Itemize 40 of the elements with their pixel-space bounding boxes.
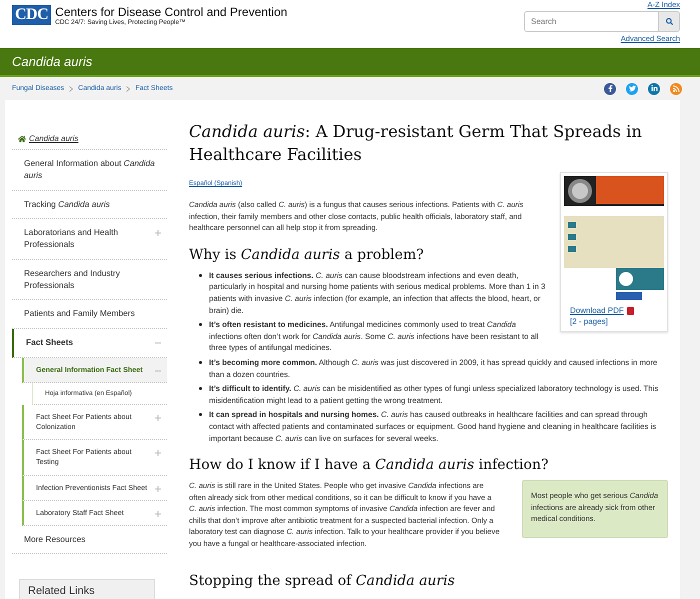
download-pdf-link[interactable]: Download PDF: [570, 306, 664, 315]
bullet-icon: [199, 387, 202, 390]
page-title: Candida auris: A Drug-resistant Germ That Spreads in Healthcare Facilities: [189, 121, 643, 166]
minus-icon[interactable]: [155, 368, 161, 374]
sidebar-item[interactable]: Tracking Candida auris: [12, 190, 167, 220]
plus-icon[interactable]: [155, 510, 161, 517]
page-count: [2 - pages]: [570, 317, 609, 326]
sidebar-item[interactable]: Laboratorians and Health Professionals: [12, 219, 167, 260]
sidebar-home-link[interactable]: Candida auris: [12, 130, 167, 150]
sidebar-item[interactable]: Researchers and Industry Professionals: [12, 260, 167, 300]
share-icon[interactable]: [670, 82, 682, 94]
linkedin-icon[interactable]: [648, 82, 660, 94]
search-field[interactable]: Search: [524, 11, 658, 32]
bullet-icon: [199, 323, 202, 326]
bullet-icon: [199, 274, 202, 277]
plus-icon[interactable]: [155, 415, 161, 422]
bullet-icon: [199, 413, 202, 416]
plus-icon[interactable]: [155, 230, 161, 236]
sidebar-item[interactable]: More Resources: [12, 526, 167, 554]
related-links-heading: Related Links: [20, 580, 154, 599]
twitter-icon[interactable]: [626, 82, 638, 94]
search-button[interactable]: [658, 11, 680, 32]
section-heading: How do I know if I have a Candida auris infection?: [189, 456, 550, 474]
facebook-icon[interactable]: [604, 82, 616, 94]
section-heading: Stopping the spread of Candida auris: [189, 572, 456, 590]
banner-title: Candida auris: [12, 54, 92, 69]
organization-name: Centers for Disease Control and Prevention: [55, 5, 288, 19]
pdf-icon: [626, 306, 634, 314]
logo[interactable]: CDC: [12, 5, 52, 25]
chevron-icon: [69, 86, 74, 92]
home-icon: [18, 134, 26, 142]
chevron-icon: [126, 86, 130, 92]
plus-icon[interactable]: [155, 486, 161, 492]
section-heading: Why is Candida auris a problem?: [189, 246, 425, 264]
plus-icon[interactable]: [155, 450, 161, 456]
sidebar-item[interactable]: Patients and Family Members: [12, 300, 167, 330]
sidebar-item[interactable]: General Information about Candida auris: [12, 150, 167, 191]
minus-icon[interactable]: [155, 340, 161, 346]
search-icon: [666, 18, 672, 25]
bullet-icon: [199, 360, 202, 364]
